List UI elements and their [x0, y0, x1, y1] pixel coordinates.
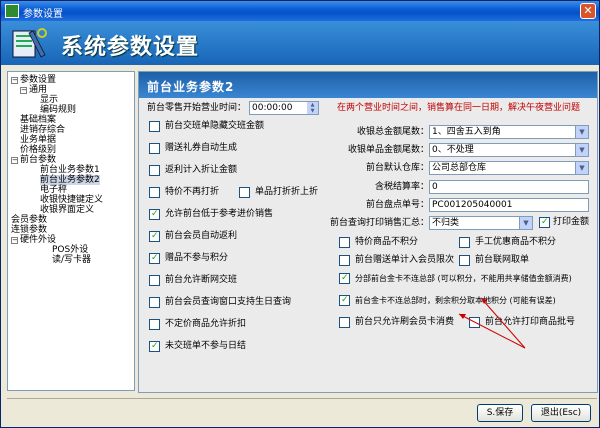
annotation-arrow	[480, 297, 526, 349]
tax-rate-input[interactable]: 0	[429, 180, 589, 194]
option-label: 赠送礼券自动生成	[165, 143, 238, 153]
checkbox-member-auto-rebate[interactable]	[149, 231, 160, 242]
app-icon	[5, 4, 19, 18]
tree-item-hotkeys[interactable]: 收银快捷键定义	[40, 195, 103, 205]
item-rounding-select[interactable]: 0、不处理 ▼	[429, 143, 589, 157]
total-rounding-select[interactable]: 1、四舍五入到角 ▼	[429, 125, 589, 139]
checkbox-branch-gold-card-offline[interactable]	[339, 273, 350, 284]
checkbox-hide-shift-amount[interactable]	[149, 121, 160, 132]
header-banner: 系统参数设置	[1, 21, 599, 65]
start-time-input[interactable]: 00:00:00 ▲ ▼	[249, 101, 319, 115]
checkbox-manual-discount-no-points[interactable]	[459, 237, 470, 248]
tree-item-business-docs[interactable]: 业务单据	[20, 135, 56, 145]
header-title: 系统参数设置	[61, 34, 200, 60]
option-label: 特价不再打折	[165, 187, 220, 197]
stocktake-number-input[interactable]: PC001205040001	[429, 198, 589, 212]
field-label: 含税结算率：	[374, 182, 429, 192]
tree-item-member-params[interactable]: 会员参数	[11, 215, 47, 225]
title-bar: 参数设置 ✕	[1, 1, 599, 21]
option-label: 返利计入折让金额	[165, 165, 238, 175]
option-label: 打印金额	[553, 217, 590, 227]
option-label: 特价商品不积分	[355, 237, 419, 247]
checkbox-unshift-no-dayend[interactable]	[149, 341, 160, 352]
settings-window: 参数设置 ✕ 系统参数设置 − 参数设置 − 通用 显示 编码规则 基础档案 进销存…	[0, 0, 600, 428]
option-label: 赠品不参与积分	[165, 253, 229, 263]
chevron-down-icon: ▼	[575, 144, 588, 156]
collapse-icon[interactable]: −	[11, 237, 18, 244]
option-label: 手工优惠商品不积分	[475, 237, 557, 247]
tree-item-root[interactable]: − 参数设置	[11, 75, 56, 85]
tree-item-scale[interactable]: 电子秤	[40, 185, 67, 195]
option-label: 前台赠送单计入会员限次	[355, 255, 455, 265]
checkbox-offline-shift[interactable]	[149, 275, 160, 286]
tree-item-front-business-1[interactable]: 前台业务参数1	[40, 165, 100, 175]
checkbox-unpriced-discount[interactable]	[149, 319, 160, 330]
field-label: 收银总金额尾数：	[356, 127, 429, 137]
checkbox-member-card-only[interactable]	[339, 317, 350, 328]
chevron-down-icon: ▼	[575, 126, 588, 138]
tree-item-pos-peripherals[interactable]: POS外设	[52, 245, 88, 255]
option-label: 前台联网取单	[475, 255, 530, 265]
chevron-down-icon: ▼	[575, 162, 588, 174]
settings-panel: 前台业务参数2 前台零售开始营业时间： 00:00:00 ▲ ▼ 在两个营业时间之间…	[138, 71, 598, 393]
tree-item-ui-definition[interactable]: 收银界面定义	[40, 205, 94, 215]
tree-item-hardware[interactable]: − 硬件外设	[11, 235, 56, 245]
checkbox-below-cost-sale[interactable]	[149, 209, 160, 220]
checkbox-gift-member-limit[interactable]	[339, 255, 350, 266]
field-label: 前台查询打印销售汇总：	[329, 218, 429, 228]
checkbox-single-discount[interactable]	[239, 187, 250, 198]
tree-item-card-reader[interactable]: 读/写卡器	[52, 255, 91, 265]
option-label: 前台会员查询窗口支持生日查询	[165, 297, 292, 307]
tree-item-front-business-2[interactable]: 前台业务参数2	[40, 175, 100, 185]
tree-item-display[interactable]: 显示	[40, 95, 58, 105]
settings-tools-icon	[12, 28, 47, 58]
checkbox-special-no-points[interactable]	[339, 237, 350, 248]
panel-body: 前台零售开始营业时间： 00:00:00 ▲ ▼ 在两个营业时间之间，销售算在同一日…	[139, 98, 597, 392]
annotation-arrows	[458, 297, 526, 349]
option-label: 未交班单不参与日结	[165, 341, 247, 351]
tree-item-basic-archive[interactable]: 基础档案	[20, 115, 56, 125]
panel-title: 前台业务参数2	[139, 72, 597, 98]
checkbox-online-fetch[interactable]	[459, 255, 470, 266]
option-label: 前台会员自动返利	[165, 231, 238, 241]
checkbox-birthday-query[interactable]	[149, 297, 160, 308]
close-button[interactable]: ✕	[580, 3, 596, 19]
collapse-icon[interactable]: −	[11, 157, 18, 164]
option-label: 前台允许断网交班	[165, 275, 238, 285]
option-label: 前台交班单隐藏交班金额	[165, 121, 265, 131]
option-label: 分部前台金卡不连总部 (可以积分，不能用共享储值金额消费)	[355, 274, 572, 283]
field-label: 收银单品金额尾数：	[347, 145, 429, 155]
option-label: 单品打折折上折	[255, 187, 319, 197]
window-title: 参数设置	[23, 9, 63, 20]
save-button[interactable]: S.保存	[477, 404, 523, 422]
chevron-down-icon: ▼	[519, 217, 532, 229]
collapse-icon[interactable]: −	[11, 77, 18, 84]
sales-summary-select[interactable]: 不归类 ▼	[429, 216, 533, 230]
exit-button[interactable]: 退出(Esc)	[531, 404, 591, 422]
checkbox-gold-card-local-points[interactable]	[339, 295, 350, 306]
checkbox-auto-gift-voucher[interactable]	[149, 143, 160, 154]
field-label: 前台默认仓库：	[365, 163, 429, 173]
checkbox-gift-no-points[interactable]	[149, 253, 160, 264]
midnight-note: 在两个营业时间之间，销售算在同一日期，解决午夜营业问题	[337, 103, 581, 113]
checkbox-special-no-discount[interactable]	[149, 187, 160, 198]
option-label: 不定价商品允许折扣	[165, 319, 247, 329]
field-label: 前台盘点单号：	[365, 200, 429, 210]
settings-tree: − 参数设置 − 通用 显示 编码规则 基础档案 进销存综合 业务单据 价格级别 −…	[7, 71, 135, 391]
divider	[7, 398, 597, 399]
arrowhead-icon	[459, 314, 466, 319]
checkbox-rebate-discount[interactable]	[149, 165, 160, 176]
tree-item-chain-params[interactable]: 连锁参数	[11, 225, 47, 235]
start-time-label: 前台零售开始营业时间：	[147, 103, 247, 113]
option-label: 允许前台低于参考进价销售	[165, 209, 274, 219]
default-warehouse-select[interactable]: 公司总部仓库 ▼	[429, 161, 589, 175]
checkbox-print-amount[interactable]	[539, 217, 550, 228]
collapse-icon[interactable]: −	[20, 87, 27, 94]
tree-item-general[interactable]: − 通用	[20, 85, 47, 95]
tree-item-inventory[interactable]: 进销存综合	[20, 125, 65, 135]
tree-item-price-level[interactable]: 价格级别	[20, 145, 56, 155]
tree-item-code-rules[interactable]: 编码规则	[40, 105, 76, 115]
annotation-arrow	[458, 313, 526, 349]
tree-item-front-params[interactable]: − 前台参数	[11, 155, 56, 165]
